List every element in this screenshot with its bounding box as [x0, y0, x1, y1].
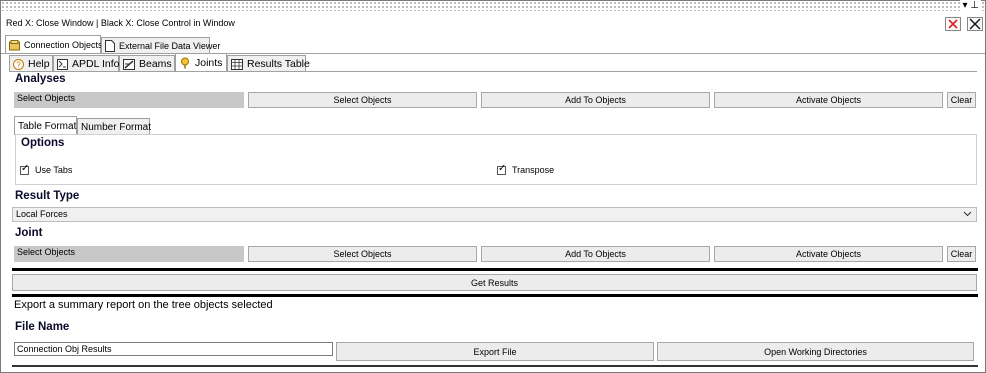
close-window-button[interactable] [945, 17, 961, 31]
analyses-heading: Analyses [15, 73, 66, 85]
tab-number-format[interactable]: Number Format [77, 118, 152, 135]
joint-selection-display: Select Objects [14, 246, 244, 262]
tab-apdl-info[interactable]: APDL Info [53, 55, 119, 72]
section-divider [12, 268, 978, 271]
section-divider [12, 294, 978, 297]
tab-label: Joints [195, 57, 223, 69]
joint-heading: Joint [15, 227, 43, 239]
analyses-clear-button[interactable]: Clear [947, 92, 976, 108]
transpose-label: Transpose [512, 165, 555, 175]
result-type-dropdown[interactable]: Local Forces [12, 207, 977, 222]
chevron-down-icon [963, 209, 972, 220]
checkbox-checked-icon [20, 163, 29, 175]
tab-label: Table Format [18, 120, 77, 132]
tab-table-format[interactable]: Table Format [14, 116, 77, 135]
options-panel: Options Use Tabs Transpose [15, 134, 977, 185]
tab-label: External File Data Viewer [119, 41, 221, 51]
tab-beams[interactable]: Beams [119, 55, 175, 72]
joint-select-objects-button[interactable]: Select Objects [248, 246, 477, 262]
joint-clear-button[interactable]: Clear [947, 246, 976, 262]
window-title: Red X: Close Window | Black X: Close Con… [6, 18, 235, 28]
sub-tabs-divider [9, 71, 977, 72]
result-type-heading: Result Type [15, 190, 80, 202]
black-x-icon [969, 18, 981, 30]
document-icon [105, 40, 115, 52]
help-icon: ? [13, 58, 24, 70]
analyses-add-to-objects-button[interactable]: Add To Objects [481, 92, 710, 108]
file-name-heading: File Name [15, 321, 70, 333]
tab-results-table[interactable]: Results Table [227, 55, 310, 72]
apdl-icon [57, 58, 68, 70]
top-tabs-divider [1, 53, 985, 54]
connection-objects-window: ▾ ⊥ Red X: Close Window | Black X: Close… [0, 0, 986, 373]
beam-icon [123, 58, 135, 70]
use-tabs-checkbox[interactable]: Use Tabs [20, 163, 73, 175]
transpose-checkbox[interactable]: Transpose [497, 163, 555, 175]
joint-icon [179, 57, 191, 69]
tab-joints[interactable]: Joints [175, 53, 227, 72]
tab-connection-objects[interactable]: Connection Objects [5, 35, 103, 54]
use-tabs-label: Use Tabs [35, 165, 73, 175]
joint-add-to-objects-button[interactable]: Add To Objects [481, 246, 710, 262]
tab-label: Help [28, 58, 50, 70]
joint-activate-objects-button[interactable]: Activate Objects [714, 246, 943, 262]
panel-grip-strip[interactable] [1, 1, 985, 11]
tab-label: Number Format [81, 121, 152, 133]
open-working-directories-button[interactable]: Open Working Directories [657, 342, 974, 361]
tab-label: Beams [139, 58, 172, 70]
table-icon [231, 58, 243, 70]
options-heading: Options [21, 137, 65, 149]
analyses-select-objects-button[interactable]: Select Objects [248, 92, 477, 108]
get-results-button[interactable]: Get Results [12, 274, 977, 291]
tab-label: Connection Objects [24, 40, 103, 50]
file-name-input[interactable]: Connection Obj Results [14, 342, 333, 356]
red-x-icon [948, 19, 958, 29]
export-description: Export a summary report on the tree obje… [14, 299, 273, 311]
tab-label: APDL Info [72, 58, 120, 70]
tab-label: Results Table [247, 58, 310, 70]
bottom-divider [12, 365, 978, 367]
export-file-button[interactable]: Export File [336, 342, 654, 361]
result-type-selected: Local Forces [16, 209, 68, 219]
connection-objects-icon [9, 39, 20, 51]
tab-external-file-data-viewer[interactable]: External File Data Viewer [101, 37, 220, 54]
analyses-selection-display: Select Objects [14, 92, 244, 108]
checkbox-checked-icon [497, 163, 506, 175]
close-control-button[interactable] [967, 17, 983, 31]
tab-help[interactable]: ? Help [9, 55, 53, 72]
analyses-activate-objects-button[interactable]: Activate Objects [714, 92, 943, 108]
panel-pin-buttons[interactable]: ▾ ⊥ [960, 0, 981, 11]
svg-text:?: ? [16, 60, 21, 69]
